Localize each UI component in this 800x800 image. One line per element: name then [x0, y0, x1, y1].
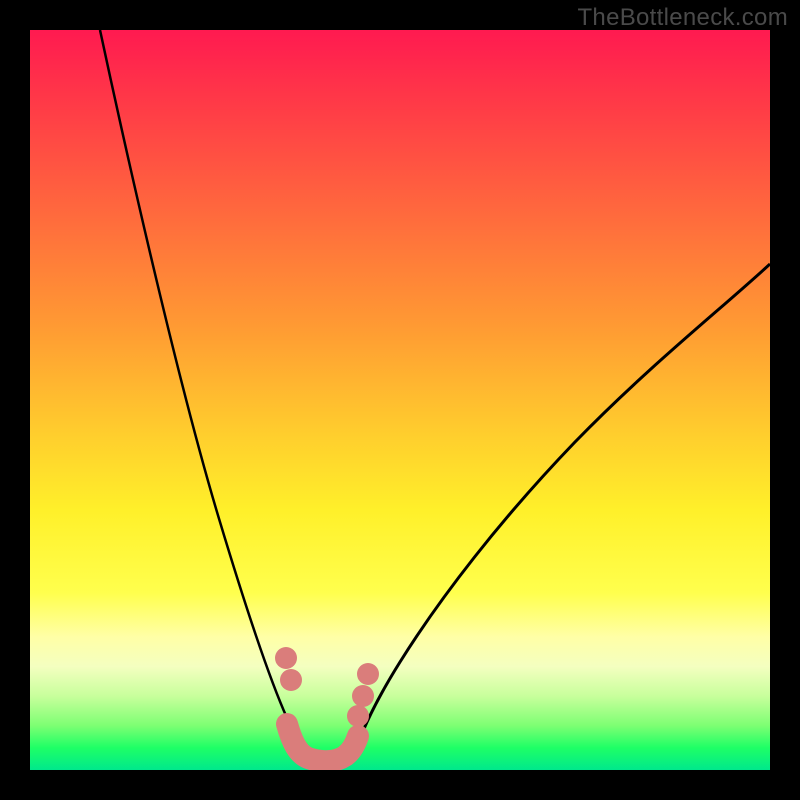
plot-area [30, 30, 770, 770]
chart-svg [30, 30, 770, 770]
bottom-connector [287, 724, 358, 761]
dot-left-upper [275, 647, 297, 669]
dot-right-lower [347, 705, 369, 727]
chart-frame: TheBottleneck.com [0, 0, 800, 800]
right-curve [352, 264, 770, 762]
dot-right-upper [357, 663, 379, 685]
dot-right-mid [352, 685, 374, 707]
watermark-text: TheBottleneck.com [577, 4, 788, 32]
left-curve [100, 30, 298, 762]
dot-left-lower [280, 669, 302, 691]
